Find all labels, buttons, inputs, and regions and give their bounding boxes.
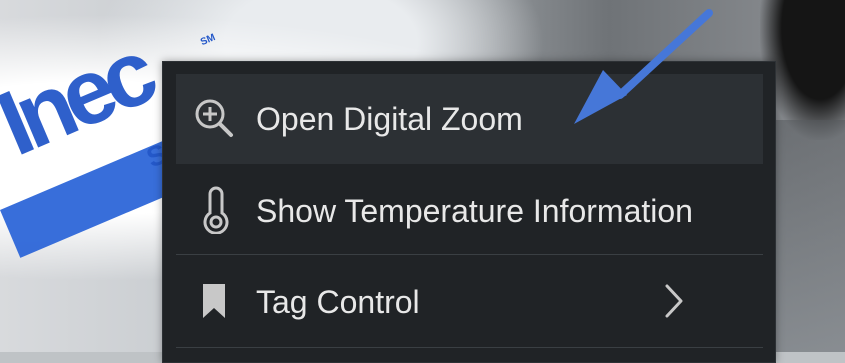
menu-divider xyxy=(176,347,763,348)
menu-item-label: Show Temperature Information xyxy=(256,193,693,229)
menu-item-show-temperature-information[interactable]: Show Temperature Information xyxy=(176,166,763,256)
chevron-right-icon[interactable] xyxy=(662,283,686,319)
context-menu: Open Digital Zoom Show Temperature Infor… xyxy=(162,61,776,363)
menu-item-label: Tag Control xyxy=(256,284,420,320)
menu-item-open-digital-zoom[interactable]: Open Digital Zoom xyxy=(176,74,763,164)
bookmark-icon xyxy=(203,284,225,318)
menu-item-tag-control[interactable]: Tag Control xyxy=(176,257,763,347)
menu-item-label: Open Digital Zoom xyxy=(256,101,523,137)
zoom-in-icon xyxy=(195,99,233,137)
thermometer-icon xyxy=(203,186,229,234)
